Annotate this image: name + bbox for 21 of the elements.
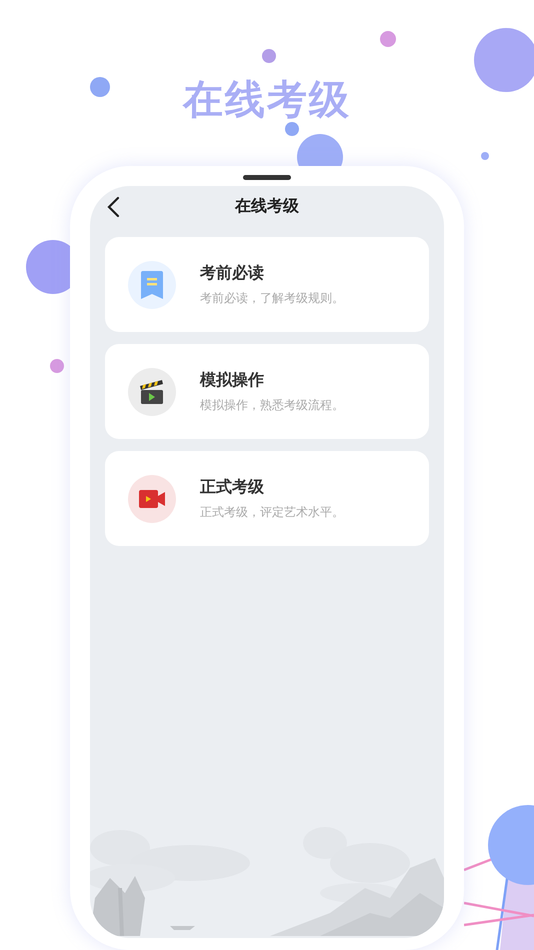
decor-dot	[90, 77, 110, 97]
menu-card[interactable]: 考前必读 考前必读，了解考级规则。	[105, 237, 429, 332]
decor-dot	[50, 359, 64, 373]
clapperboard-badge-icon	[128, 368, 176, 416]
card-subtitle: 模拟操作，熟悉考级流程。	[200, 396, 344, 414]
card-subtitle: 正式考级，评定艺术水平。	[200, 504, 344, 520]
phone-speaker	[243, 175, 291, 180]
card-subtitle: 考前必读，了解考级规则。	[200, 290, 344, 306]
video-camera-badge-icon	[128, 474, 176, 522]
decor-dot	[481, 152, 489, 160]
card-title: 模拟操作	[200, 370, 265, 390]
menu-card[interactable]: 模拟操作 模拟操作，熟悉考级流程。	[105, 344, 429, 439]
card-title: 正式考级	[200, 476, 265, 498]
decor-dot	[380, 31, 396, 47]
page-headline: 在线考级	[183, 80, 351, 120]
bookmark-badge-icon	[128, 260, 176, 308]
menu-card[interactable]: 正式考级 正式考级，评定艺术水平。	[105, 451, 429, 546]
card-title: 考前必读	[200, 262, 265, 284]
decor-dot	[285, 122, 299, 136]
decor-dot	[262, 49, 276, 63]
screen-title: 在线考级	[235, 196, 299, 216]
